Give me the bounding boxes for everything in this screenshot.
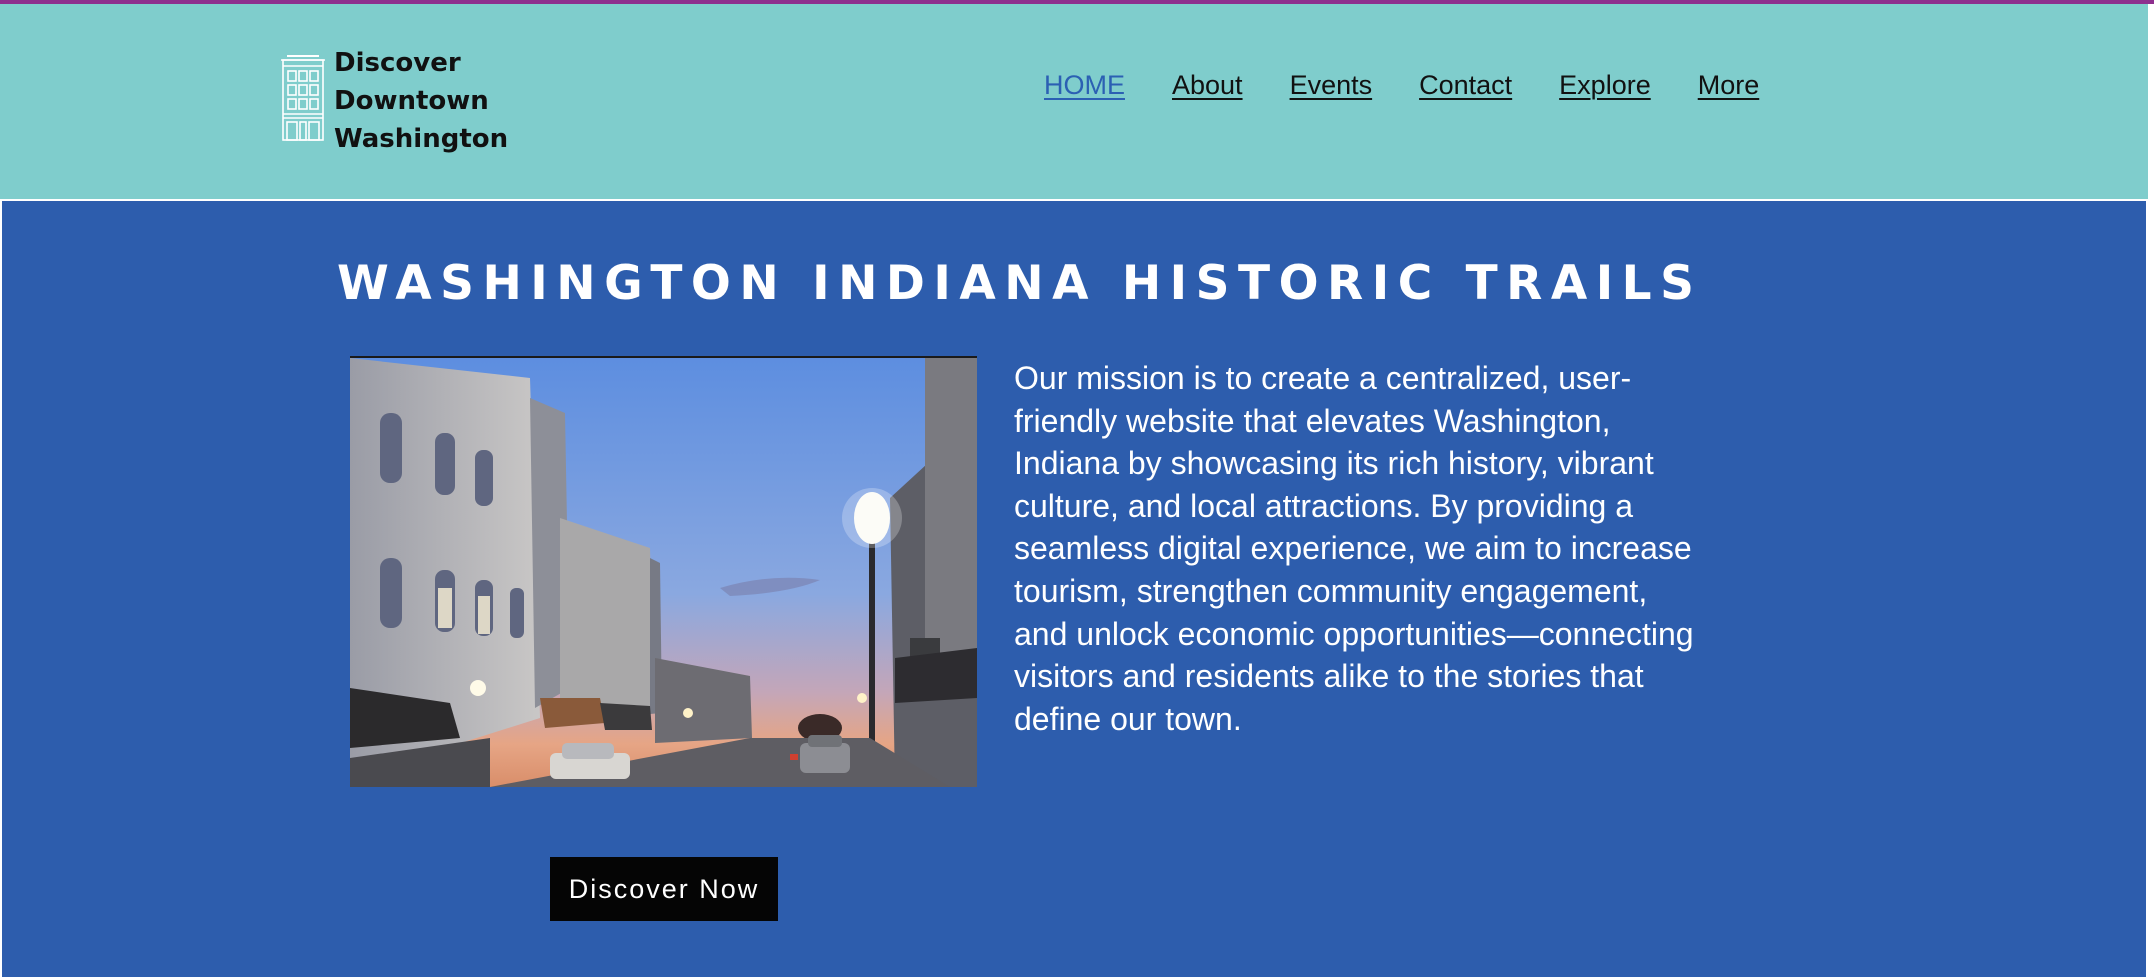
discover-now-button[interactable]: Discover Now	[550, 857, 778, 921]
building-icon[interactable]	[281, 54, 325, 142]
mission-text: Our mission is to create a centralized, …	[1014, 360, 1694, 737]
nav-home[interactable]: HOME	[1044, 70, 1125, 101]
nav-more[interactable]: More	[1698, 70, 1760, 101]
downtown-street-photo	[350, 356, 977, 787]
nav-events[interactable]: Events	[1290, 70, 1373, 101]
logo-line-2: Downtown	[334, 86, 489, 116]
hero-section: WASHINGTON INDIANA HISTORIC TRAILS Our m…	[2, 201, 2146, 977]
main-nav: HOME About Events Contact Explore More	[1044, 70, 1759, 101]
logo-line-1: Discover	[334, 48, 461, 78]
page: Discover Downtown Washington HOME About …	[0, 0, 2154, 978]
nav-about[interactable]: About	[1172, 70, 1243, 101]
logo-line-3: Washington	[334, 124, 509, 154]
hero-title: WASHINGTON INDIANA HISTORIC TRAILS	[337, 256, 1703, 311]
nav-contact[interactable]: Contact	[1419, 70, 1512, 101]
nav-explore[interactable]: Explore	[1559, 70, 1651, 101]
site-logo-text[interactable]: Discover Downtown Washington	[334, 44, 508, 158]
site-header: Discover Downtown Washington HOME About …	[0, 4, 2148, 200]
